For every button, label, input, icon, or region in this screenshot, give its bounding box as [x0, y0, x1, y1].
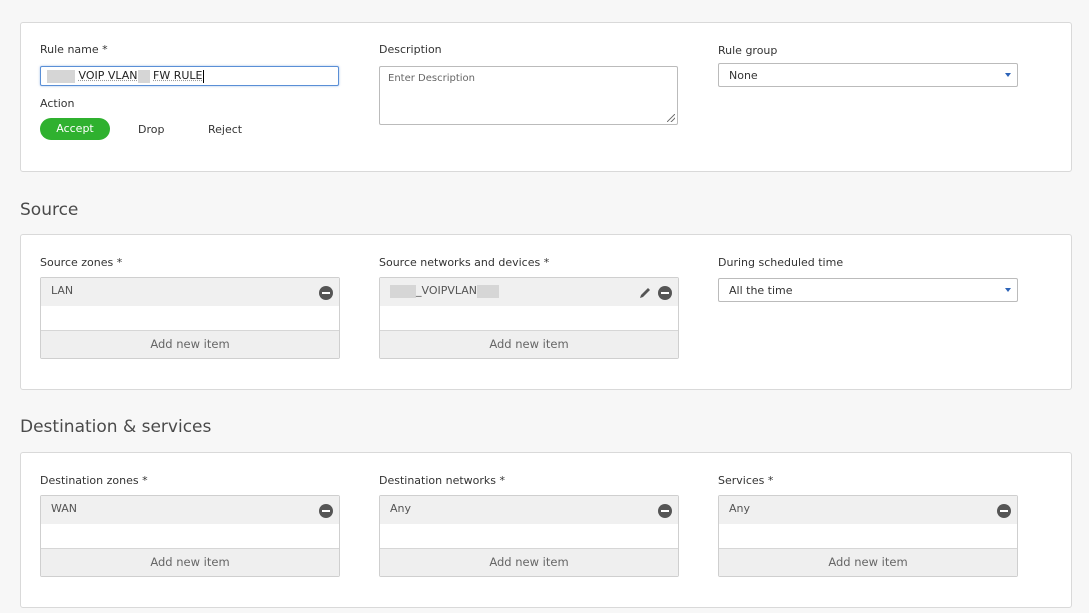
destination-section-title: Destination & services — [20, 417, 212, 437]
redacted-mid — [137, 69, 150, 83]
source-section-title: Source — [20, 200, 79, 220]
destination-network-any: Any — [390, 502, 412, 515]
destination-networks-label: Destination networks * — [379, 474, 506, 487]
schedule-value: All the time — [729, 284, 793, 297]
text-cursor — [202, 69, 204, 83]
destination-networks-list: Any Add new item — [379, 495, 679, 577]
remove-icon[interactable] — [658, 504, 672, 518]
remove-icon[interactable] — [997, 504, 1011, 518]
destination-zones-label: Destination zones * — [40, 474, 148, 487]
remove-icon[interactable] — [319, 286, 333, 300]
source-networks-label: Source networks and devices * — [379, 256, 550, 269]
schedule-select[interactable]: All the time — [718, 278, 1018, 302]
drop-button[interactable]: Drop — [138, 123, 164, 136]
list-item: Any — [719, 496, 1017, 524]
source-zones-add-new-item[interactable]: Add new item — [41, 330, 339, 358]
accept-button[interactable]: Accept — [40, 118, 110, 140]
source-zones-label: Source zones * — [40, 256, 123, 269]
service-any: Any — [729, 502, 751, 515]
rule-group-value: None — [729, 69, 758, 82]
source-network-item: _VOIPVLAN — [416, 284, 478, 297]
destination-zones-list: WAN Add new item — [40, 495, 340, 577]
source-networks-add-new-item[interactable]: Add new item — [380, 330, 678, 358]
rule-card: Rule name * VOIP VLAN FW RULE Action Acc… — [20, 22, 1072, 172]
destination-card: Destination zones * WAN Add new item Des… — [20, 452, 1072, 608]
chevron-down-icon — [1005, 73, 1011, 77]
remove-icon[interactable] — [658, 286, 672, 300]
description-label: Description — [379, 43, 442, 56]
pencil-edit-icon[interactable] — [638, 286, 652, 300]
remove-icon[interactable] — [319, 504, 333, 518]
destination-networks-add-new-item[interactable]: Add new item — [380, 548, 678, 576]
destination-zone-wan: WAN — [51, 502, 78, 515]
rule-name-part1: VOIP VLAN — [78, 69, 138, 82]
list-item: WAN — [41, 496, 339, 524]
list-item: LAN — [41, 278, 339, 306]
rule-group-select[interactable]: None — [718, 63, 1018, 87]
chevron-down-icon — [1005, 288, 1011, 292]
redacted-prefix — [47, 69, 75, 83]
reject-button[interactable]: Reject — [208, 123, 242, 136]
source-zones-list: LAN Add new item — [40, 277, 340, 359]
resize-grip-icon[interactable] — [667, 114, 675, 122]
schedule-label: During scheduled time — [718, 256, 844, 269]
services-label: Services * — [718, 474, 774, 487]
services-add-new-item[interactable]: Add new item — [719, 548, 1017, 576]
rule-name-label: Rule name * — [40, 43, 108, 56]
list-item: Any — [380, 496, 678, 524]
list-item: _VOIPVLAN — [380, 278, 678, 306]
description-textarea[interactable]: Enter Description — [379, 66, 678, 125]
redacted-suffix — [477, 284, 500, 298]
description-placeholder: Enter Description — [388, 73, 475, 84]
source-networks-list: _VOIPVLAN Add new item — [379, 277, 679, 359]
destination-zones-add-new-item[interactable]: Add new item — [41, 548, 339, 576]
source-zone-lan: LAN — [51, 284, 74, 297]
action-label: Action — [40, 97, 75, 110]
rule-name-input[interactable]: VOIP VLAN FW RULE — [40, 66, 339, 86]
rule-name-part2: FW RULE — [153, 69, 203, 82]
rule-group-label: Rule group — [718, 44, 778, 57]
redacted-prefix — [390, 284, 416, 298]
source-card: Source zones * LAN Add new item Source n… — [20, 234, 1072, 390]
services-list: Any Add new item — [718, 495, 1018, 577]
